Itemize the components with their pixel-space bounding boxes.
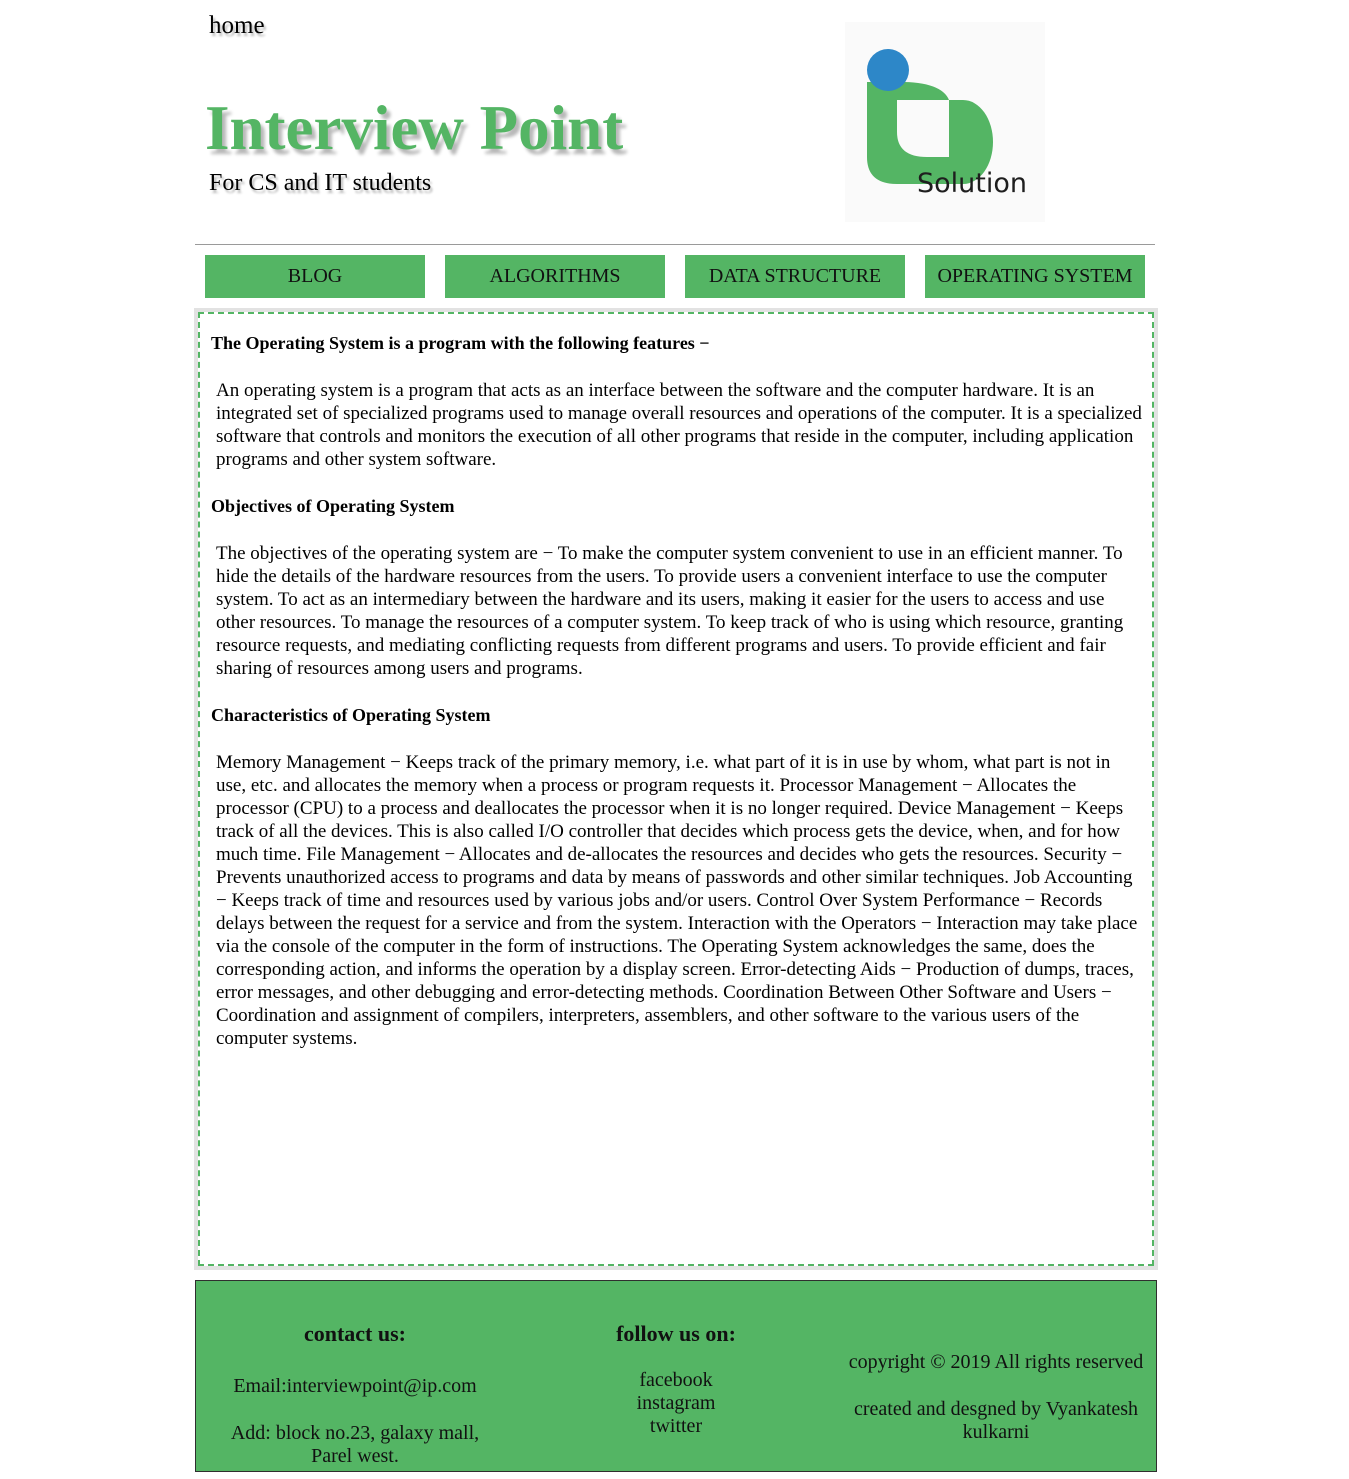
contact-email: Email:interviewpoint@ip.com — [233, 1375, 477, 1397]
section-text-features: An operating system is a program that ac… — [216, 380, 1142, 470]
copyright-text: copyright © 2019 All rights reserved — [848, 1351, 1144, 1373]
nav-blog-button[interactable]: BLOG — [205, 255, 425, 298]
main-nav: BLOG ALGORITHMS DATA STRUCTURE OPERATING… — [205, 255, 1145, 298]
logo-text: Solution — [917, 168, 1027, 199]
section-text-characteristics: Memory Management − Keeps track of the p… — [216, 752, 1138, 1049]
section-text-objectives: The objectives of the operating system a… — [216, 543, 1124, 679]
site-footer: contact us: Email:interviewpoint@ip.com … — [195, 1280, 1157, 1472]
follow-heading: follow us on: — [616, 1321, 736, 1346]
twitter-link[interactable]: twitter — [566, 1415, 786, 1438]
footer-copyright: copyright © 2019 All rights reserved cre… — [836, 1351, 1156, 1444]
credit-text: created and desgned by Vyankatesh kulkar… — [854, 1398, 1138, 1443]
contact-heading: contact us: — [303, 1321, 407, 1346]
nav-data-structure-button[interactable]: DATA STRUCTURE — [685, 255, 905, 298]
section-heading-characteristics: Characteristics of Operating System — [211, 705, 491, 725]
content-frame: The Operating System is a program with t… — [194, 308, 1158, 1270]
site-subtitle: For CS and IT students — [209, 170, 432, 196]
site-logo: Solution — [845, 22, 1045, 222]
contact-address: Add: block no.23, galaxy mall, Parel wes… — [230, 1422, 480, 1467]
nav-algorithms-button[interactable]: ALGORITHMS — [445, 255, 665, 298]
facebook-link[interactable]: facebook — [566, 1369, 786, 1392]
home-link[interactable]: home — [209, 12, 265, 40]
site-title: Interview Point — [205, 93, 624, 163]
header-divider — [195, 244, 1155, 245]
section-heading-features: The Operating System is a program with t… — [211, 333, 710, 353]
instagram-link[interactable]: instagram — [566, 1392, 786, 1415]
footer-follow: follow us on: facebook instagram twitter — [566, 1321, 786, 1438]
section-heading-objectives: Objectives of Operating System — [211, 496, 455, 516]
article-content: The Operating System is a program with t… — [198, 312, 1154, 1266]
nav-operating-system-button[interactable]: OPERATING SYSTEM — [925, 255, 1145, 298]
footer-contact: contact us: Email:interviewpoint@ip.com … — [210, 1321, 500, 1468]
